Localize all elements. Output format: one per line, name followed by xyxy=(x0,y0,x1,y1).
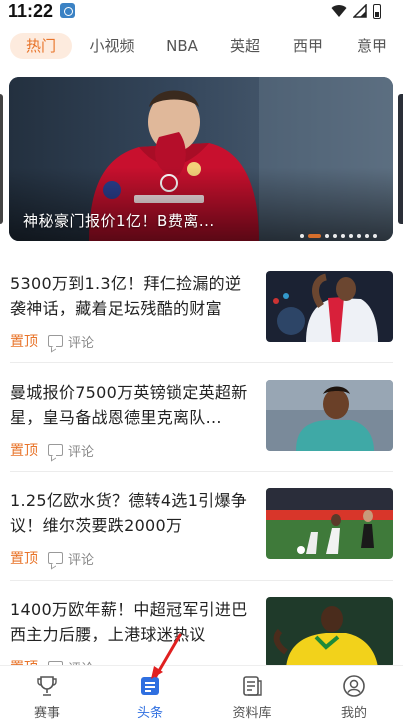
database-icon xyxy=(243,676,262,696)
battery-icon xyxy=(373,3,381,19)
signal-icon xyxy=(353,4,367,18)
system-icons xyxy=(331,3,381,19)
profile-icon xyxy=(343,675,365,697)
list-divider xyxy=(10,362,393,363)
news-meta: 置顶 评论 xyxy=(10,440,94,460)
news-thumbnail xyxy=(266,488,393,559)
pinned-label: 置顶 xyxy=(10,334,38,350)
news-thumbnail xyxy=(266,597,393,668)
trophy-icon xyxy=(37,676,57,696)
banner-caption: 神秘豪门报价1亿！B费离... xyxy=(23,212,215,230)
carousel-dot[interactable] xyxy=(300,234,304,238)
status-time: 11:22 xyxy=(8,1,54,21)
nav-events[interactable]: 赛事 xyxy=(17,674,77,721)
nav-profile-label: 我的 xyxy=(340,706,367,721)
nav-headlines-label: 头条 xyxy=(136,706,163,721)
comment-label[interactable]: 评论 xyxy=(68,549,94,568)
carousel-dot[interactable] xyxy=(325,234,329,238)
news-item[interactable]: 5300万到1.3亿！拜仁捡漏的逆袭神话，藏着足坛残酷的财富 置顶 评论 xyxy=(10,271,393,371)
tab-hot[interactable]: 热门 xyxy=(10,33,72,59)
carousel-dot[interactable] xyxy=(349,234,353,238)
news-icon xyxy=(141,677,159,695)
nav-database-label: 资料库 xyxy=(232,706,272,721)
news-meta: 置顶 评论 xyxy=(10,548,94,568)
news-title: 1.25亿欧水货？德转4选1引爆争议！维尔茨要跌2000万 xyxy=(10,491,248,535)
news-title: 曼城报价7500万英镑锁定英超新星，皇马备战恩德里克离队... xyxy=(10,383,248,427)
pinned-label: 置顶 xyxy=(10,551,38,567)
carousel-dot[interactable] xyxy=(333,234,337,238)
comment-label[interactable]: 评论 xyxy=(68,441,94,460)
prev-slide-peek[interactable] xyxy=(0,94,3,224)
tab-la-liga[interactable]: 西甲 xyxy=(285,33,331,59)
comment-icon[interactable] xyxy=(48,552,63,564)
news-title: 5300万到1.3亿！拜仁捡漏的逆袭神话，藏着足坛残酷的财富 xyxy=(10,274,242,318)
list-divider xyxy=(10,580,393,581)
carousel-indicator xyxy=(300,234,377,238)
carousel-dot[interactable] xyxy=(341,234,345,238)
tab-premier-league[interactable]: 英超 xyxy=(222,33,268,59)
comment-label[interactable]: 评论 xyxy=(68,332,94,351)
tab-short-video[interactable]: 小视频 xyxy=(82,33,142,59)
pinned-label: 置顶 xyxy=(10,443,38,459)
news-thumbnail xyxy=(266,380,393,451)
category-tabs: 热门 小视频 NBA 英超 西甲 意甲 xyxy=(0,32,403,60)
news-item[interactable]: 曼城报价7500万英镑锁定英超新星，皇马备战恩德里克离队... 置顶 评论 xyxy=(10,380,393,480)
tab-nba[interactable]: NBA xyxy=(158,33,206,59)
nav-database[interactable]: 资料库 xyxy=(222,674,282,721)
comment-icon[interactable] xyxy=(48,444,63,456)
carousel-dot-active[interactable] xyxy=(308,234,321,238)
next-slide-peek[interactable] xyxy=(398,94,403,224)
status-bar: 11:22 xyxy=(0,0,403,24)
nav-profile[interactable]: 我的 xyxy=(324,674,384,721)
nav-headlines[interactable]: 头条 xyxy=(120,674,180,721)
news-item[interactable]: 1.25亿欧水货？德转4选1引爆争议！维尔茨要跌2000万 置顶 评论 xyxy=(10,488,393,588)
list-divider xyxy=(10,471,393,472)
comment-icon[interactable] xyxy=(48,335,63,347)
app-notification-icon xyxy=(60,3,75,18)
carousel-dot[interactable] xyxy=(357,234,361,238)
carousel-dot[interactable] xyxy=(373,234,377,238)
news-title: 1400万欧年薪！中超冠军引进巴西主力后腰，上港球迷热议 xyxy=(10,600,248,644)
nav-events-label: 赛事 xyxy=(33,706,60,721)
wifi-icon xyxy=(331,5,347,18)
news-meta: 置顶 评论 xyxy=(10,331,94,351)
banner-carousel[interactable]: 神秘豪门报价1亿！B费离... xyxy=(9,77,393,241)
bottom-nav: 赛事 头条 资料库 我的 xyxy=(0,665,403,722)
tab-serie-a[interactable]: 意甲 xyxy=(349,33,395,59)
news-thumbnail xyxy=(266,271,393,342)
carousel-dot[interactable] xyxy=(365,234,369,238)
